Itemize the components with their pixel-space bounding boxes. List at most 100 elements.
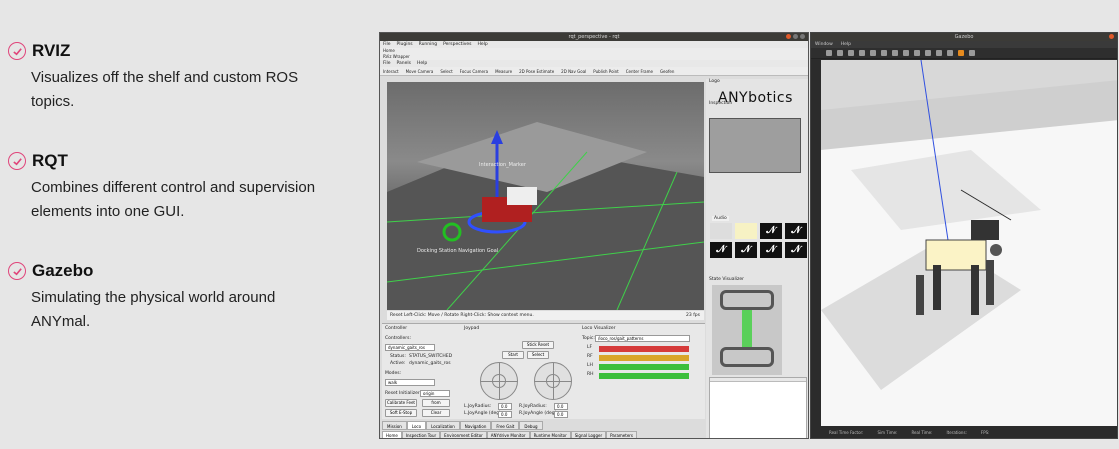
copy-icon[interactable] [936, 50, 942, 56]
mode-select[interactable]: walk [385, 379, 435, 386]
rviz-menu-panels[interactable]: Panels [397, 60, 411, 67]
rviz-scene [387, 122, 704, 310]
tab-runtime-monitor[interactable]: Runtime Monitor [529, 431, 571, 438]
right-joystick[interactable] [534, 362, 572, 400]
tool-focus-camera[interactable]: Focus Camera [460, 69, 488, 74]
sphere-shape-icon[interactable] [903, 50, 909, 56]
menu-perspectives[interactable]: Perspectives [443, 41, 471, 48]
tool-geofence[interactable]: Geofen [660, 69, 674, 74]
reset-initializer-select[interactable]: origin [420, 390, 450, 397]
thumbnail[interactable]: 𝒩 [760, 242, 782, 258]
tab-navigation[interactable]: Navigation [459, 421, 492, 430]
screenshot-icon[interactable] [969, 50, 975, 56]
audio-button[interactable]: Audio [712, 216, 729, 221]
tool-measure[interactable]: Measure [495, 69, 512, 74]
tab-anydrive-monitor[interactable]: ANYdrive Monitor [486, 431, 530, 438]
close-icon[interactable] [1109, 34, 1114, 39]
gazebo-title: Gazebo [954, 34, 974, 40]
tab-home[interactable]: Home [382, 431, 402, 438]
minimize-icon[interactable] [793, 34, 798, 39]
tab-debug[interactable]: Debug [519, 421, 543, 430]
interaction-marker-label: Interaction_Marker [479, 162, 526, 168]
redo-icon[interactable] [881, 50, 887, 56]
thumbnail[interactable]: 𝒩 [785, 223, 807, 239]
gazebo-3d-scene[interactable] [821, 60, 1117, 426]
rviz-menu-help[interactable]: Help [417, 60, 427, 67]
check-circle-icon [8, 262, 26, 280]
controller-select[interactable]: dynamic_gaits_ros [385, 344, 435, 351]
tool-center-frame[interactable]: Center Frame [626, 69, 653, 74]
rviz-3d-viewport[interactable]: Interaction_Marker Docking Station Navig… [387, 82, 704, 310]
thumbnail[interactable]: 𝒩 [710, 242, 732, 258]
tab-mission[interactable]: Mission [382, 421, 407, 430]
thumbnail[interactable] [710, 223, 732, 239]
right-radius-value[interactable]: 0.0 [554, 403, 568, 410]
status-label: Status: [390, 354, 406, 359]
undo-icon[interactable] [870, 50, 876, 56]
tool-2d-nav-goal[interactable]: 2D Nav Goal [561, 69, 586, 74]
select-tool-icon[interactable] [826, 50, 832, 56]
scale-tool-icon[interactable] [859, 50, 865, 56]
tab-localization[interactable]: Localization [426, 421, 460, 430]
window-title: rqt_perspective - rqt [568, 34, 620, 40]
start-button[interactable]: Start [502, 351, 524, 359]
gz-menu-window[interactable]: Window [815, 41, 833, 48]
anybotics-logo: ANYbotics [718, 90, 793, 106]
mode-tabs: Mission Loco Localization Navigation Fre… [382, 421, 708, 430]
right-angle-value[interactable]: 0.0 [554, 411, 568, 418]
gz-menu-help[interactable]: Help [841, 41, 851, 48]
tool-move-camera[interactable]: Move Camera [406, 69, 434, 74]
rqt-menubar: File Plugins Running Perspectives Help [380, 41, 808, 48]
left-angle-value[interactable]: 0.0 [498, 411, 512, 418]
tool-publish-point[interactable]: Publish Point [593, 69, 618, 74]
tab-inspection-tour[interactable]: Inspection Tour [401, 431, 441, 438]
thumbnail[interactable]: 𝒩 [735, 242, 757, 258]
menu-file[interactable]: File [383, 41, 391, 48]
tab-free-gait[interactable]: Free Gait [491, 421, 520, 430]
feature-rqt: RQT Combines different control and super… [8, 150, 338, 224]
maximize-icon[interactable] [800, 34, 805, 39]
loco-panel-label: Loco Visualizer [582, 326, 616, 331]
joypad-panel-label: Joypad [464, 326, 480, 331]
leg-label: LF [587, 345, 593, 350]
tool-select[interactable]: Select [440, 69, 452, 74]
controller-panel-label: Controller [385, 326, 408, 331]
cylinder-shape-icon[interactable] [914, 50, 920, 56]
close-icon[interactable] [786, 34, 791, 39]
tool-2d-pose[interactable]: 2D Pose Estimate [519, 69, 554, 74]
paste-icon[interactable] [947, 50, 953, 56]
orange-tool-icon[interactable] [958, 50, 964, 56]
log-table [709, 377, 807, 438]
clear-button[interactable]: Clear [422, 409, 450, 417]
rviz-status-bar: Reset Left-Click: Move / Rotate Right-Cl… [387, 311, 704, 320]
thumbnail[interactable] [735, 223, 757, 239]
topic-input[interactable]: /loco_ros/gait_patterns [595, 335, 690, 342]
rviz-menu-file[interactable]: File [383, 60, 391, 67]
light-icon[interactable] [925, 50, 931, 56]
left-angle-label: L.JoyAngle (deg): [464, 411, 503, 416]
menu-running[interactable]: Running [419, 41, 437, 48]
from-button[interactable]: from [422, 399, 450, 407]
tab-signal-logger[interactable]: Signal Logger [570, 431, 607, 438]
select-button[interactable]: Select [527, 351, 549, 359]
gazebo-toolbar [811, 48, 1117, 59]
tab-environment-editor[interactable]: Environment Editor [440, 431, 487, 438]
feature-description: Visualizes off the shelf and custom ROS … [31, 69, 299, 110]
stick-reset-button[interactable]: Stick Reset [522, 341, 554, 349]
left-radius-value[interactable]: 0.0 [498, 403, 512, 410]
rotate-tool-icon[interactable] [848, 50, 854, 56]
tab-parameters[interactable]: Parameters [606, 431, 638, 438]
tool-interact[interactable]: Interact [383, 69, 399, 74]
menu-help[interactable]: Help [478, 41, 488, 48]
thumbnail[interactable]: 𝒩 [785, 242, 807, 258]
calibrate-feet-button[interactable]: Calibrate Feet [385, 399, 417, 407]
left-joystick[interactable] [480, 362, 518, 400]
translate-tool-icon[interactable] [837, 50, 843, 56]
tab-loco[interactable]: Loco [406, 421, 427, 430]
thumbnail[interactable]: 𝒩 [760, 223, 782, 239]
menu-plugins[interactable]: Plugins [397, 41, 413, 48]
sim-time-label: Sim Time: [877, 430, 898, 435]
active-value: dynamic_gaits_ros [409, 361, 451, 366]
box-shape-icon[interactable] [892, 50, 898, 56]
soft-estop-button[interactable]: Soft E-Stop [385, 409, 417, 417]
